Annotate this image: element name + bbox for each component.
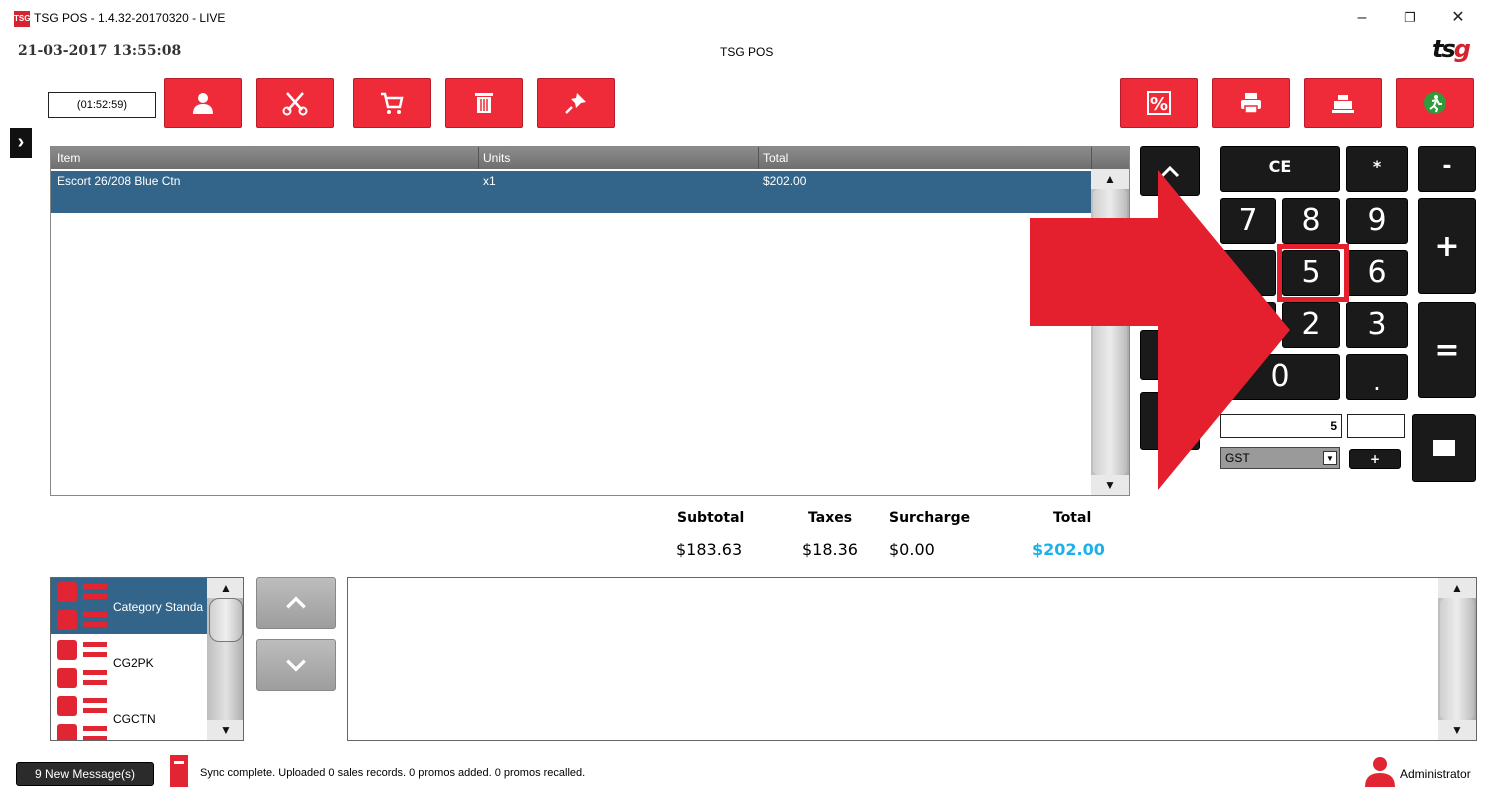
minus-button[interactable]: -	[1418, 146, 1476, 192]
table-row[interactable]: Escort 26/208 Blue Ctn x1 $202.00	[51, 171, 1091, 213]
session-timer: (01:52:59)	[48, 92, 156, 118]
close-button[interactable]: ✕	[1440, 6, 1476, 30]
surcharge-value: $0.00	[889, 540, 935, 559]
sidebar-toggle-button[interactable]: ›	[10, 128, 32, 158]
chevron-down-icon: ▼	[1323, 451, 1337, 465]
window-title: TSG POS - 1.4.32-20170320 - LIVE	[34, 11, 226, 25]
keyboard-button[interactable]	[1412, 414, 1476, 482]
category-icon	[57, 694, 107, 740]
column-divider	[478, 147, 479, 169]
multiply-button[interactable]: *	[1346, 146, 1408, 192]
register-button[interactable]	[1304, 78, 1382, 128]
list-item[interactable]: CGCTN	[51, 690, 209, 740]
category-scrollbar[interactable]: ▲ ▼	[207, 578, 243, 740]
logo-accent: g	[1453, 35, 1471, 63]
column-header-units[interactable]: Units	[483, 151, 510, 165]
subtotal-value: $183.63	[676, 540, 743, 559]
split-button[interactable]	[256, 78, 334, 128]
chevron-up-icon	[286, 596, 306, 609]
pin-icon	[565, 93, 586, 114]
secondary-input[interactable]	[1347, 414, 1405, 438]
pin-button[interactable]	[537, 78, 615, 128]
surcharge-label: Surcharge	[889, 510, 971, 526]
scroll-up-arrow-icon[interactable]: ▲	[1438, 578, 1476, 598]
print-button[interactable]	[1212, 78, 1290, 128]
column-divider	[758, 147, 759, 169]
category-icon	[57, 580, 107, 630]
cart-button[interactable]	[353, 78, 431, 128]
taxes-label: Taxes	[808, 510, 853, 526]
scroll-thumb[interactable]	[1440, 598, 1474, 720]
page-title: TSG POS	[720, 45, 774, 59]
person-icon	[193, 93, 213, 114]
keyboard-icon	[1433, 440, 1455, 456]
list-item[interactable]: CG2PK	[51, 634, 209, 690]
product-panel: ▲ ▼	[347, 577, 1477, 741]
user-icon	[1362, 755, 1398, 787]
svg-text:%: %	[1150, 94, 1168, 115]
delete-button[interactable]	[445, 78, 523, 128]
category-label: CGCTN	[113, 712, 156, 726]
category-label: CG2PK	[113, 656, 154, 670]
category-label: Category Standa	[113, 600, 204, 614]
percent-icon: %	[1147, 91, 1171, 115]
list-item[interactable]: Category Standa	[51, 578, 209, 634]
scroll-up-arrow-icon[interactable]: ▲	[207, 578, 243, 598]
total-label: Total	[1053, 510, 1092, 526]
category-up-button[interactable]	[256, 577, 336, 629]
trash-icon	[475, 93, 493, 113]
column-divider	[1091, 147, 1092, 169]
cell-units: x1	[483, 174, 496, 188]
brand-logo: tsg	[1432, 35, 1471, 63]
printer-icon	[1241, 93, 1261, 114]
total-value: $202.00	[1032, 540, 1105, 559]
customer-button[interactable]	[164, 78, 242, 128]
subtotal-label: Subtotal	[677, 510, 745, 526]
table-header: Item Units Total	[51, 147, 1129, 169]
cell-total: $202.00	[763, 174, 807, 188]
running-man-icon	[1424, 92, 1446, 114]
cash-register-icon	[1332, 95, 1354, 113]
column-header-total[interactable]: Total	[763, 151, 788, 165]
add-tax-button[interactable]: +	[1349, 449, 1401, 469]
scissors-icon	[282, 92, 308, 116]
category-icon	[57, 638, 107, 688]
scroll-down-arrow-icon[interactable]: ▼	[207, 720, 243, 740]
equals-button[interactable]: =	[1418, 302, 1476, 398]
logo-main: ts	[1432, 35, 1456, 63]
product-scrollbar[interactable]: ▲ ▼	[1438, 578, 1476, 740]
sync-status-text: Sync complete. Uploaded 0 sales records.…	[200, 767, 586, 779]
digit-6-button[interactable]: 6	[1346, 250, 1408, 296]
user-name: Administrator	[1400, 767, 1471, 781]
order-table: Item Units Total Escort 26/208 Blue Ctn …	[50, 146, 1130, 496]
decimal-button[interactable]: .	[1346, 354, 1408, 400]
chevron-down-icon	[286, 659, 306, 672]
highlight-box	[1277, 244, 1349, 302]
digit-3-button[interactable]: 3	[1346, 302, 1408, 348]
column-header-item[interactable]: Item	[57, 151, 80, 165]
taxes-value: $18.36	[802, 540, 858, 559]
exit-button[interactable]	[1396, 78, 1474, 128]
cart-icon	[381, 92, 404, 114]
discount-button[interactable]: %	[1120, 78, 1198, 128]
category-down-button[interactable]	[256, 639, 336, 691]
category-list: Category Standa CG2PK CGCTN ▲ ▼	[50, 577, 244, 741]
messages-button[interactable]: 9 New Message(s)	[16, 762, 154, 786]
scroll-thumb[interactable]	[209, 598, 243, 642]
restore-button[interactable]: ❐	[1392, 6, 1428, 30]
scroll-down-arrow-icon[interactable]: ▼	[1438, 720, 1476, 740]
digit-9-button[interactable]: 9	[1346, 198, 1408, 244]
cell-item: Escort 26/208 Blue Ctn	[57, 174, 181, 188]
server-icon	[170, 755, 188, 787]
tutorial-arrow-icon	[1030, 170, 1290, 490]
app-icon: TSG	[14, 11, 30, 27]
datetime: 21-03-2017 13:55:08	[18, 43, 182, 59]
minimize-button[interactable]: –	[1344, 6, 1380, 30]
plus-button[interactable]: +	[1418, 198, 1476, 294]
